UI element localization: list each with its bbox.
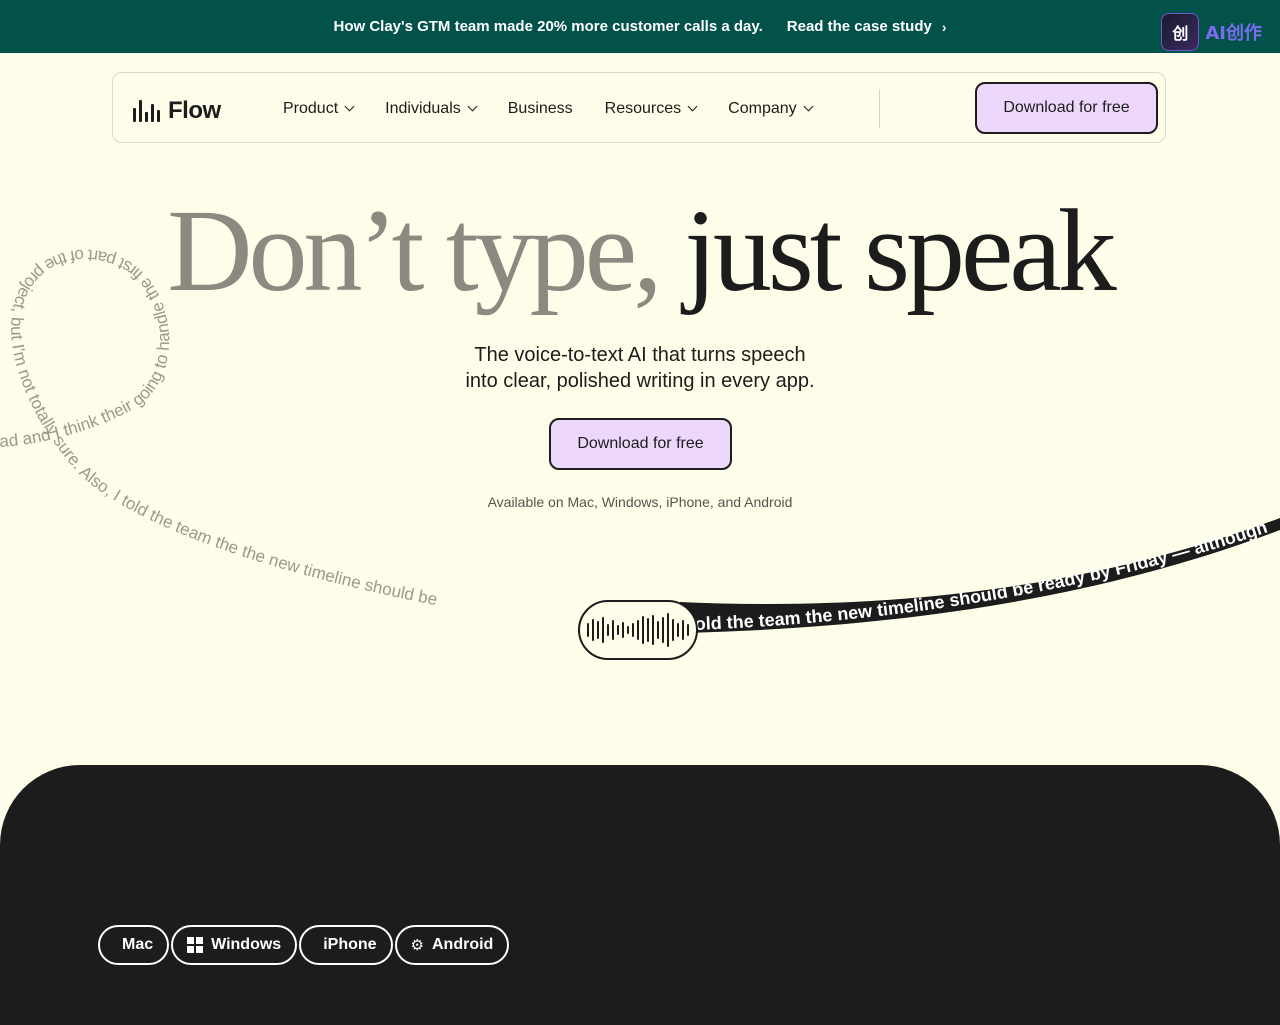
platform-label: Android — [432, 936, 494, 953]
flow-logo-text: Flow — [168, 97, 221, 124]
headline-muted: Don’t type, — [167, 185, 662, 316]
platform-mac-button[interactable]: Mac — [98, 925, 170, 965]
platform-buttons: Mac Windows iPhone ⚙ Android — [98, 925, 510, 965]
nav-item-label: Individuals — [385, 99, 461, 117]
voice-waveform-pill — [578, 600, 698, 660]
platform-label: Windows — [211, 936, 282, 953]
nav-item-label: Company — [728, 99, 797, 117]
windows-icon — [187, 937, 204, 953]
headline-strong: just speak — [684, 185, 1117, 316]
case-study-link[interactable]: Read the case study › — [787, 18, 947, 35]
announcement-text: How Clay's GTM team made 20% more custom… — [333, 18, 763, 35]
case-study-link-label: Read the case study — [786, 18, 932, 35]
chevron-down-icon — [687, 101, 698, 112]
nav-item-product[interactable]: Product — [283, 99, 355, 118]
hero-download-button[interactable]: Download for free — [549, 418, 732, 470]
nav-download-button[interactable]: Download for free — [975, 82, 1158, 134]
chevron-right-icon: › — [941, 18, 947, 35]
waveform-icon — [587, 610, 689, 650]
hero-subtitle: The voice-to-text AI that turns speech i… — [0, 342, 1280, 394]
flow-logo-icon — [133, 100, 160, 122]
nav-menu: Product Individuals Business Resources C… — [283, 73, 844, 144]
nav-item-label: Product — [283, 99, 339, 117]
nav-item-individuals[interactable]: Individuals — [385, 99, 478, 118]
hero-headline: Don’t type, just speak — [0, 186, 1280, 316]
subtitle-line-1: The voice-to-text AI that turns speech — [474, 344, 806, 366]
nav-item-label: Business — [507, 99, 573, 117]
platform-label: iPhone — [323, 936, 377, 953]
platform-label: Mac — [122, 936, 154, 953]
polished-speech-text: old the team the new timeline should be … — [694, 517, 1269, 634]
platform-iphone-button[interactable]: iPhone — [299, 925, 393, 965]
nav-item-label: Resources — [604, 99, 682, 117]
ai-badge-text: AI创作 — [1205, 23, 1262, 44]
availability-text: Available on Mac, Windows, iPhone, and A… — [487, 494, 793, 510]
nav-item-business[interactable]: Business — [508, 100, 573, 118]
nav-item-resources[interactable]: Resources — [604, 99, 698, 118]
announcement-bar: How Clay's GTM team made 20% more custom… — [0, 0, 1280, 53]
ai-badge-icon: 创 — [1161, 13, 1200, 51]
ai-badge: 创 AI创作 — [1161, 13, 1262, 51]
dark-section — [0, 765, 1280, 1025]
main-nav: Flow Product Individuals Business Resour… — [112, 72, 1166, 143]
chevron-down-icon — [467, 101, 478, 112]
nav-divider — [879, 89, 880, 128]
platform-android-button[interactable]: ⚙ Android — [394, 925, 510, 965]
polished-speech-textpath: old the team the new timeline should be … — [694, 517, 1269, 634]
chevron-down-icon — [344, 101, 355, 112]
platform-windows-button[interactable]: Windows — [171, 925, 298, 965]
chevron-down-icon — [803, 101, 814, 112]
subtitle-line-2: into clear, polished writing in every ap… — [465, 370, 815, 392]
polished-text-ribbon — [680, 518, 1280, 633]
nav-item-company[interactable]: Company — [728, 99, 814, 118]
android-icon: ⚙ — [410, 936, 424, 954]
flow-logo[interactable]: Flow — [133, 97, 221, 125]
